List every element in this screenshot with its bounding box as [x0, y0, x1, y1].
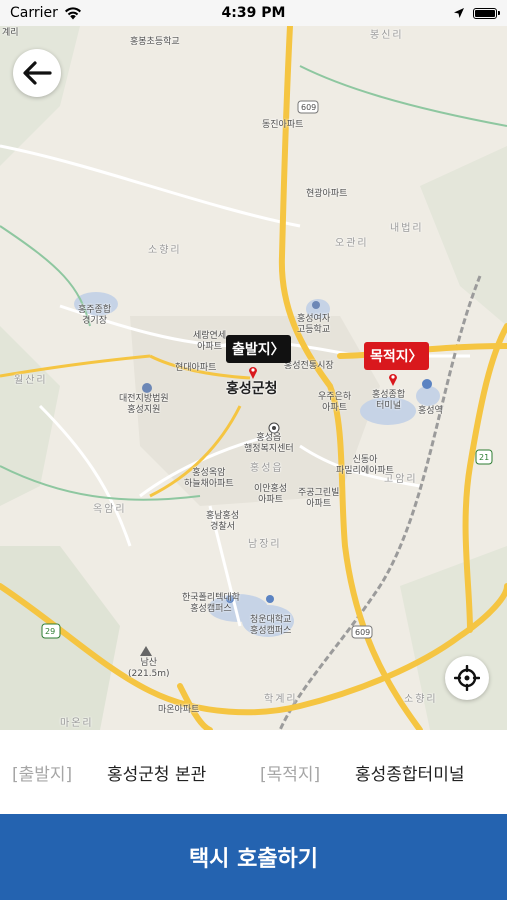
- wifi-icon: [64, 6, 81, 19]
- carrier-name: Carrier: [10, 5, 58, 21]
- map-label: 이안홍성 아파트: [254, 484, 288, 505]
- map-label: 봉신리: [370, 30, 404, 41]
- origin-marker[interactable]: 출발지〉: [226, 335, 291, 379]
- status-bar: Carrier 4:39 PM: [0, 0, 507, 26]
- destination-tag: [목적지]: [260, 764, 321, 785]
- arrow-left-icon: [23, 61, 52, 85]
- map-label: 현광아파트: [306, 189, 348, 199]
- location-arrow-icon: [454, 8, 464, 18]
- map-label: 홍성역: [418, 406, 443, 416]
- map-label: 월산리: [14, 375, 48, 386]
- map-label: 동진아파트: [262, 120, 304, 130]
- map-label: 홍성전통시장: [284, 361, 334, 371]
- battery-fill: [475, 9, 495, 17]
- map-label: 현대아파트: [175, 363, 217, 373]
- origin-pin-icon: [249, 367, 257, 379]
- destination-marker-label[interactable]: 목적지〉: [364, 342, 429, 370]
- status-right: [453, 7, 500, 19]
- road-number-label: 21: [479, 453, 490, 462]
- back-button[interactable]: [13, 49, 61, 97]
- map-label: 홍성여자 고등학교: [297, 314, 331, 335]
- map-label: 계리: [2, 28, 19, 38]
- map-label: 홍성종합 터미널: [372, 390, 406, 411]
- map-label: 한국폴리텍대학 홍성캠퍼스: [182, 593, 240, 614]
- call-taxi-button[interactable]: 택시 호출하기: [0, 814, 507, 900]
- destination-pin-icon: [389, 374, 397, 386]
- map-label: 마온아파트: [158, 705, 200, 715]
- road-number-label: 609: [301, 103, 317, 112]
- map-label: 남장리: [248, 539, 282, 550]
- destination-marker[interactable]: 목적지〉: [364, 342, 429, 386]
- road-number-label: 29: [45, 627, 56, 636]
- crosshair-icon: [454, 665, 480, 691]
- battery-icon: [473, 7, 500, 19]
- map-label: 홍성읍 행정복지센터: [244, 433, 294, 454]
- map-label: 홍성읍: [250, 463, 284, 474]
- map-label: 오관리: [335, 238, 369, 249]
- trip-info-bar: [출발지] 홍성군청 본관 [목적지] 홍성종합터미널: [0, 730, 507, 814]
- map-label: 옥암리: [93, 504, 127, 515]
- map-label: 소향리: [148, 245, 182, 256]
- map-label: 마온리: [60, 718, 94, 729]
- road-number-label: 609: [355, 628, 371, 637]
- map-label: 주공그린빌 아파트: [298, 488, 340, 509]
- map-label: 홍봉초등학교: [130, 37, 180, 47]
- map-label: 학계리: [264, 694, 298, 705]
- locate-button[interactable]: [445, 656, 489, 700]
- origin-tag: [출발지]: [12, 764, 73, 785]
- map-label: 세랑연세 아파트: [193, 331, 227, 352]
- map-label: 남산 (221.5m): [128, 658, 170, 679]
- map-label: 고암리: [384, 474, 418, 485]
- map-label: 소향리: [404, 694, 438, 705]
- map-label: 홍주종합 경기장: [78, 305, 112, 326]
- map-label: 홍성군청: [226, 381, 278, 397]
- map-label: 홍성옥암 하늘채아파트: [184, 468, 234, 489]
- origin-marker-label[interactable]: 출발지〉: [226, 335, 291, 363]
- destination-value: 홍성종합터미널: [355, 764, 465, 785]
- map-label: 내법리: [390, 223, 424, 234]
- map-label: 우주은하 아파트: [318, 392, 352, 413]
- map-label: 대전지방법원 홍성지원: [119, 394, 169, 415]
- status-left: Carrier: [10, 5, 82, 21]
- map-view[interactable]: 계리 봉신리 홍봉초등학교 609 동진아파트 현광아파트 내법리 소향리 오관…: [0, 26, 507, 730]
- origin-value: 홍성군청 본관: [107, 764, 207, 785]
- map-label: 홍남홍성 경찰서: [206, 511, 240, 532]
- map-label: 청운대학교 홍성캠퍼스: [250, 615, 292, 636]
